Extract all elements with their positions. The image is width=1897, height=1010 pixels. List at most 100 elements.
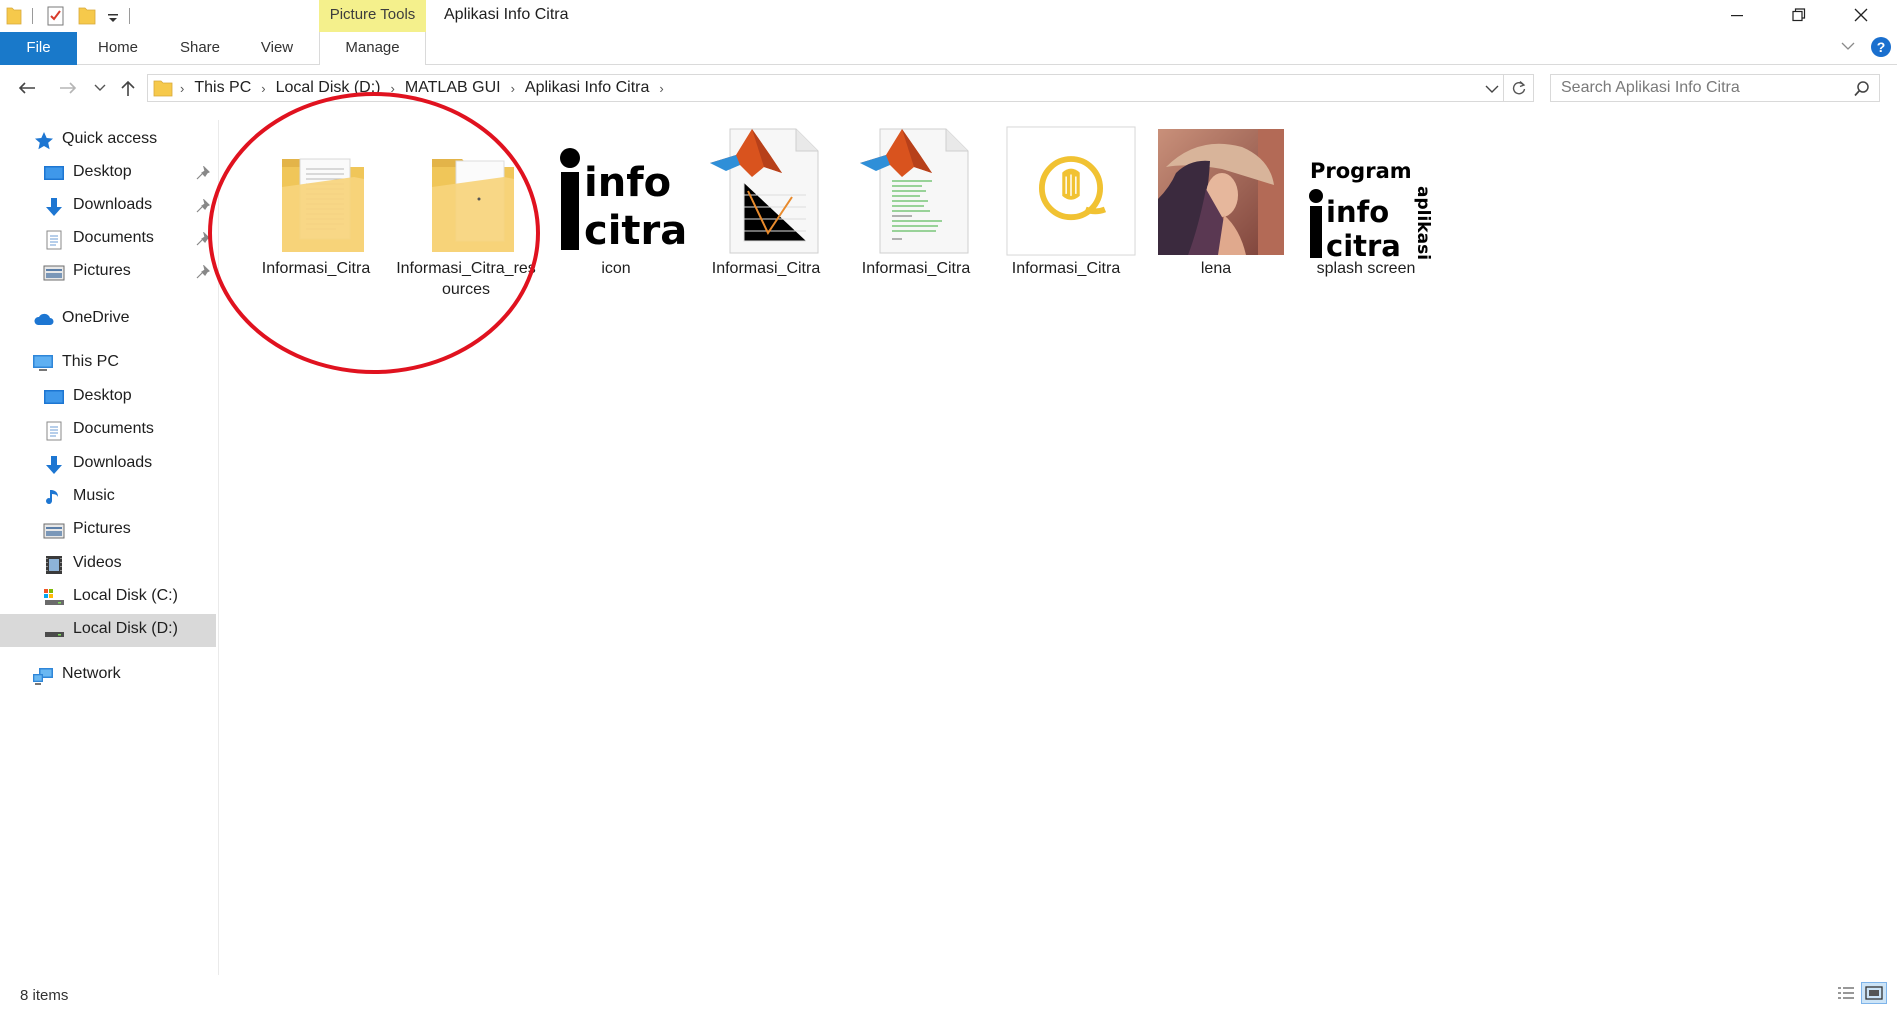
- address-dropdown-icon[interactable]: [1485, 84, 1499, 94]
- file-item-matlab-code[interactable]: Informasi_Citra: [843, 120, 989, 310]
- nav-label: Desktop: [73, 163, 132, 180]
- nav-label: Documents: [73, 420, 154, 437]
- download-icon: [46, 456, 62, 474]
- help-icon[interactable]: ?: [1871, 37, 1891, 57]
- new-folder-icon[interactable]: [78, 4, 96, 26]
- nav-label: Quick access: [62, 130, 158, 147]
- logo-text-aplikasi: aplikasi: [1413, 186, 1433, 260]
- status-bar: 8 items: [0, 978, 1897, 1010]
- drive-icon: [45, 632, 64, 637]
- matlab-fig-file-icon: [710, 128, 819, 254]
- nav-pc-downloads[interactable]: Downloads: [0, 448, 216, 481]
- refresh-button[interactable]: [1504, 74, 1534, 102]
- nav-network[interactable]: Network: [0, 659, 216, 692]
- nav-pc-pictures[interactable]: Pictures: [0, 514, 216, 547]
- search-icon[interactable]: [1853, 80, 1871, 98]
- nav-pc-documents[interactable]: Documents: [0, 414, 216, 447]
- onedrive-cloud-icon: [34, 313, 54, 325]
- details-view-icon: [1838, 987, 1854, 999]
- file-item-icon-image[interactable]: info citra icon: [543, 120, 689, 310]
- separator: [32, 8, 33, 24]
- picture-tools-context-label: Picture Tools: [319, 0, 426, 32]
- file-item-matlab-figure[interactable]: Informasi_Citra: [693, 120, 839, 310]
- nav-onedrive[interactable]: OneDrive: [0, 303, 216, 336]
- nav-label: Videos: [73, 554, 122, 571]
- large-icons-view-button[interactable]: [1861, 982, 1887, 1004]
- logo-text-citra: citra: [1326, 229, 1401, 260]
- tab-share[interactable]: Share: [171, 32, 229, 65]
- nav-pc-local-disk-d[interactable]: Local Disk (D:): [0, 614, 216, 647]
- nav-quick-desktop[interactable]: Desktop: [0, 157, 216, 190]
- logo-text-info: info: [584, 160, 671, 206]
- nav-quick-pictures[interactable]: Pictures: [0, 256, 216, 289]
- nav-label: Local Disk (D:): [73, 620, 178, 637]
- file-name: Informasi_Citra: [861, 260, 971, 277]
- window-title: Aplikasi Info Citra: [444, 6, 569, 23]
- star-icon: [35, 132, 53, 150]
- nav-pc-local-disk-c[interactable]: Local Disk (C:): [0, 581, 216, 614]
- nav-pc-music[interactable]: Music: [0, 481, 216, 514]
- minimize-icon: [1731, 15, 1743, 17]
- search-input[interactable]: [1561, 77, 1841, 99]
- title-bar: Picture Tools Aplikasi Info Citra: [0, 0, 1897, 32]
- breadcrumb-matlab-gui[interactable]: MATLAB GUI: [405, 79, 501, 97]
- nav-pc-videos[interactable]: Videos: [0, 548, 216, 581]
- breadcrumb-separator[interactable]: ›: [261, 81, 265, 96]
- nav-this-pc[interactable]: This PC: [0, 347, 216, 380]
- pin-icon[interactable]: [196, 199, 210, 213]
- tab-view[interactable]: View: [252, 32, 302, 65]
- file-name: lena: [1200, 260, 1232, 277]
- chevron-down-icon: [94, 84, 106, 91]
- properties-icon[interactable]: [46, 4, 66, 26]
- file-name: Informasi_Citra: [1011, 260, 1121, 277]
- nav-quick-documents[interactable]: Documents: [0, 223, 216, 256]
- details-view-button[interactable]: [1834, 982, 1858, 1004]
- nav-quick-downloads[interactable]: Downloads: [0, 190, 216, 223]
- customize-toolbar-icon[interactable]: [106, 4, 120, 26]
- tab-manage[interactable]: Manage: [319, 32, 426, 65]
- nav-label: Pictures: [73, 520, 131, 537]
- nav-quick-access[interactable]: Quick access: [0, 124, 216, 157]
- nav-label: Network: [62, 665, 121, 682]
- download-icon: [46, 198, 62, 216]
- breadcrumb-aplikasi-info-citra[interactable]: Aplikasi Info Citra: [525, 79, 650, 97]
- expand-ribbon-icon[interactable]: [1840, 40, 1856, 52]
- minimize-button[interactable]: [1706, 0, 1768, 30]
- nav-label: Pictures: [73, 262, 131, 279]
- pin-icon[interactable]: [196, 265, 210, 279]
- search-box[interactable]: [1550, 74, 1880, 102]
- up-button[interactable]: [116, 76, 140, 100]
- breadcrumb-separator[interactable]: ›: [659, 81, 663, 96]
- file-item-splash-screen-image[interactable]: Program info citra aplikasi splash scree…: [1293, 120, 1439, 310]
- tab-home[interactable]: Home: [89, 32, 147, 65]
- recent-locations-button[interactable]: [92, 76, 108, 100]
- breadcrumb-this-pc[interactable]: This PC: [194, 79, 251, 97]
- large-icons-view-icon: [1865, 986, 1883, 1000]
- close-button[interactable]: [1830, 0, 1892, 30]
- nav-label: Local Disk (C:): [73, 587, 178, 604]
- back-button[interactable]: [14, 76, 40, 100]
- file-item-lena-image[interactable]: lena: [1143, 120, 1289, 310]
- restore-button[interactable]: [1768, 0, 1830, 30]
- nav-pc-desktop[interactable]: Desktop: [0, 381, 216, 414]
- music-icon: [46, 490, 58, 505]
- file-item-application[interactable]: Informasi_Citra: [993, 120, 1139, 310]
- nav-label: Downloads: [73, 196, 153, 213]
- forward-arrow-icon: [60, 82, 77, 94]
- pictures-icon: [43, 523, 65, 539]
- breadcrumb-separator[interactable]: ›: [511, 81, 515, 96]
- nav-label: Documents: [73, 229, 154, 246]
- info-citra-logo-thumbnail: info citra: [556, 144, 686, 254]
- forward-button[interactable]: [55, 76, 81, 100]
- computer-icon: [33, 355, 53, 371]
- ribbon-tabs: File Home Share View Manage: [0, 32, 1897, 65]
- restore-icon: [1792, 8, 1806, 22]
- up-arrow-icon: [121, 80, 135, 96]
- documents-icon: [46, 230, 62, 250]
- file-name: icon: [601, 260, 631, 277]
- separator: [129, 8, 130, 24]
- pin-icon[interactable]: [196, 166, 210, 180]
- logo-text-program: Program: [1310, 159, 1412, 183]
- breadcrumb-separator[interactable]: ›: [180, 81, 184, 96]
- tab-file[interactable]: File: [0, 32, 77, 65]
